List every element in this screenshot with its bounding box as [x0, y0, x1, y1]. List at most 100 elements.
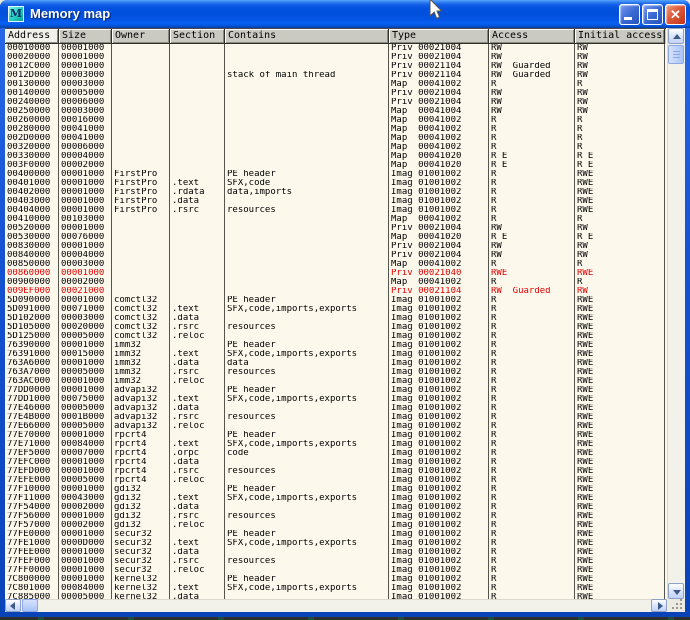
table-row[interactable]: 77F5700000002000gdi32.relocImag 01001002… [5, 521, 666, 530]
titlebar[interactable]: M Memory map ✕ [0, 0, 690, 28]
cell-section: .data [170, 458, 225, 467]
horizontal-scrollbar[interactable] [5, 599, 667, 612]
table-row[interactable]: 77F1000000001000gdi32PE headerImag 01001… [5, 485, 666, 494]
table-row[interactable]: 0086000000001000Priv 00021040RWERWE [5, 269, 666, 278]
table-row[interactable]: 7C80000000001000kernel32PE headerImag 01… [5, 575, 666, 584]
table-row[interactable]: 7639100000015000imm32.textSFX,code,impor… [5, 350, 666, 359]
memory-map-icon: M [8, 6, 24, 22]
table-row[interactable]: 0028000000041000Map 00041002RR [5, 125, 666, 134]
column-header-initial_access[interactable]: Initial access [575, 29, 665, 44]
table-row[interactable]: 77F5400000002000gdi32.dataImag 01001002R… [5, 503, 666, 512]
table-row[interactable]: 77E7000000001000rpcrt4PE headerImag 0100… [5, 431, 666, 440]
table-row[interactable]: 77FF000000001000secur32.relocImag 010010… [5, 566, 666, 575]
resize-grip[interactable] [667, 599, 685, 612]
table-row[interactable]: 77E6600000005000advapi32.relocImag 01001… [5, 422, 666, 431]
table-row[interactable]: 0084000000004000Priv 00021004RWRW [5, 251, 666, 260]
scroll-up-button[interactable] [668, 28, 684, 44]
cell-initial_access: RWE [575, 206, 665, 215]
table-row[interactable]: 0012D00000003000stack of main threadPriv… [5, 71, 666, 80]
table-row[interactable]: 0040100000001000FirstPro.textSFX,codeIma… [5, 179, 666, 188]
table-row[interactable]: 5D12500000005000comctl32.relocImag 01001… [5, 332, 666, 341]
table-row[interactable]: 763A700000005000imm32.rsrcresourcesImag … [5, 368, 666, 377]
table-row[interactable]: 0032000000006000Map 00041002RR [5, 143, 666, 152]
scroll-down-button[interactable] [668, 583, 684, 599]
maximize-button[interactable] [642, 4, 663, 25]
cell-access: R [489, 179, 575, 188]
table-row[interactable]: 009EF00000021000Priv 00021104RW GuardedR… [5, 287, 666, 296]
table-row[interactable]: 77DD100000075000advapi32.textSFX,code,im… [5, 395, 666, 404]
table-row[interactable]: 763AC00000001000imm32.relocImag 01001002… [5, 377, 666, 386]
table-row[interactable]: 77EFC00000001000rpcrt4.dataImag 01001002… [5, 458, 666, 467]
table-row[interactable]: 77FE000000001000secur32PE headerImag 010… [5, 530, 666, 539]
table-row[interactable]: 0014000000005000Priv 00021004RWRW [5, 89, 666, 98]
table-row[interactable]: 0002000000001000Priv 00021004RWRW [5, 53, 666, 62]
minimize-button[interactable] [619, 4, 640, 25]
table-row[interactable]: 77F1100000043000gdi32.textSFX,code,impor… [5, 494, 666, 503]
table-row[interactable]: 77E4B0000001B000advapi32.rsrcresourcesIm… [5, 413, 666, 422]
column-header-access[interactable]: Access [489, 29, 575, 44]
table-row[interactable]: 77FE10000000D000secur32.textSFX,code,imp… [5, 539, 666, 548]
table-row[interactable]: 0012C00000001000Priv 00021104RW GuardedR… [5, 62, 666, 71]
table-row[interactable]: 5D10500000020000comctl32.rsrcresourcesIm… [5, 323, 666, 332]
table-row[interactable]: 003F000000002000Map 00041020R ER E [5, 161, 666, 170]
table-row[interactable]: 0040300000001000FirstPro.dataImag 010010… [5, 197, 666, 206]
cell-access: RW [489, 107, 575, 116]
table-row[interactable]: 002D000000041000Map 00041002RR [5, 134, 666, 143]
cell-size: 00001000 [59, 242, 112, 251]
table-row[interactable]: 77EF500000007000rpcrt4.orpccodeImag 0100… [5, 449, 666, 458]
table-row[interactable]: 77FEF00000001000secur32.rsrcresourcesIma… [5, 557, 666, 566]
column-header-address[interactable]: Address [5, 29, 59, 44]
scroll-left-button[interactable] [5, 599, 21, 612]
table-row[interactable]: 7639000000001000imm32PE headerImag 01001… [5, 341, 666, 350]
table-row[interactable]: 0033000000004000Map 00041020R ER E [5, 152, 666, 161]
close-button[interactable]: ✕ [665, 4, 686, 25]
cell-contains: resources [225, 557, 389, 566]
table-row[interactable]: 763A600000001000imm32.datadataImag 01001… [5, 359, 666, 368]
cell-contains [225, 260, 389, 269]
column-header-section[interactable]: Section [170, 29, 225, 44]
table-row[interactable]: 77DD000000001000advapi32PE headerImag 01… [5, 386, 666, 395]
column-header-type[interactable]: Type [389, 29, 489, 44]
table-row[interactable]: 77FEE00000001000secur32.dataImag 0100100… [5, 548, 666, 557]
cell-size: 00001000 [59, 341, 112, 350]
table-row[interactable]: 0026000000016000Map 00041002RR [5, 116, 666, 125]
table-row[interactable]: 5D09000000001000comctl32PE headerImag 01… [5, 296, 666, 305]
window-title: Memory map [30, 5, 110, 23]
vertical-scroll-thumb[interactable] [668, 45, 684, 64]
cell-initial_access: RWE [575, 332, 665, 341]
memory-map-client: AddressSizeOwnerSectionContainsTypeAcces… [5, 28, 685, 612]
table-row[interactable]: 77E7100000084000rpcrt4.textSFX,code,impo… [5, 440, 666, 449]
cell-address: 77FEE000 [5, 548, 59, 557]
table-row[interactable]: 0025000000003000Map 00041004RWRW [5, 107, 666, 116]
cell-section: .data [170, 548, 225, 557]
table-row[interactable]: 0024000000006000Priv 00021004RWRW [5, 98, 666, 107]
table-row[interactable]: 5D10200000003000comctl32.dataImag 010010… [5, 314, 666, 323]
table-row[interactable]: 0040400000001000FirstPro.rsrcresourcesIm… [5, 206, 666, 215]
table-row[interactable]: 0090000000002000Map 00041002RR [5, 278, 666, 287]
table-row[interactable]: 0052000000001000Priv 00021004RWRW [5, 224, 666, 233]
cell-access: R [489, 314, 575, 323]
table-row[interactable]: 77E4600000005000advapi32.dataImag 010010… [5, 404, 666, 413]
table-row[interactable]: 77EFE00000005000rpcrt4.relocImag 0100100… [5, 476, 666, 485]
column-header-size[interactable]: Size [59, 29, 112, 44]
table-row[interactable]: 0085000000003000Map 00041002RR [5, 260, 666, 269]
cell-initial_access: RWE [575, 179, 665, 188]
column-header-contains[interactable]: Contains [225, 29, 389, 44]
table-row[interactable]: 77EFD00000001000rpcrt4.rsrcresourcesImag… [5, 467, 666, 476]
table-row[interactable]: 0041000000103000Map 00041002RR [5, 215, 666, 224]
cell-section [170, 44, 225, 53]
table-row[interactable]: 0040200000001000FirstPro.rdatadata,impor… [5, 188, 666, 197]
vertical-scrollbar[interactable] [667, 28, 685, 599]
table-row[interactable]: 0040000000001000FirstProPE headerImag 01… [5, 170, 666, 179]
table-row[interactable]: 0001000000001000Priv 00021004RWRW [5, 44, 666, 53]
table-row[interactable]: 77F5600000001000gdi32.rsrcresourcesImag … [5, 512, 666, 521]
table-row[interactable]: 0013000000003000Map 00041002RR [5, 80, 666, 89]
horizontal-scroll-thumb[interactable] [22, 599, 38, 612]
table-row[interactable]: 5D09100000071000comctl32.textSFX,code,im… [5, 305, 666, 314]
column-header-owner[interactable]: Owner [112, 29, 170, 44]
scroll-right-button[interactable] [651, 599, 667, 612]
table-row[interactable]: 0053000000076000Map 00041020R ER E [5, 233, 666, 242]
table-row[interactable]: 0083000000001000Priv 00021004RWRW [5, 242, 666, 251]
cell-size: 00001000 [59, 566, 112, 575]
table-row[interactable]: 7C80100000084000kernel32.textSFX,code,im… [5, 584, 666, 593]
